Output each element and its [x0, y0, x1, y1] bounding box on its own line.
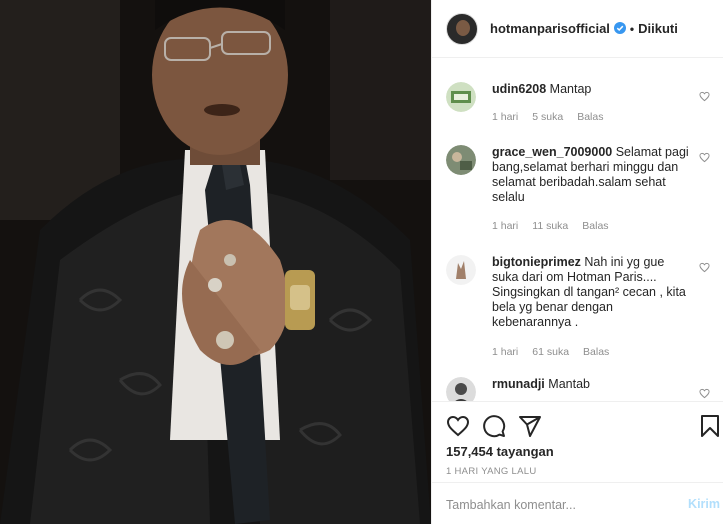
comment-meta: 1 hari 11 suka Balas	[492, 220, 623, 232]
small-heart-icon[interactable]	[699, 152, 710, 163]
commenter-username[interactable]: bigtonieprimez	[492, 255, 581, 269]
post-timestamp[interactable]: 1 HARI YANG LALU	[446, 466, 537, 477]
reply-button[interactable]: Balas	[577, 111, 603, 123]
comment-text-block: grace_wen_7009000 Selamat pagi bang,sela…	[492, 145, 690, 205]
comments-list[interactable]: udin6208 Mantap 1 hari 5 suka Balas grace_…	[432, 59, 723, 401]
commenter-username[interactable]: udin6208	[492, 82, 546, 96]
commenter-username[interactable]: rmunadji	[492, 377, 545, 391]
comment-body: Mantap	[549, 82, 592, 96]
commenter-avatar[interactable]	[446, 255, 476, 285]
comment-icon[interactable]	[482, 414, 506, 438]
comment-item: bigtonieprimez Nah ini yg gue suka dari …	[446, 255, 710, 365]
reply-button[interactable]: Balas	[583, 346, 609, 358]
comment-likes[interactable]: 61 suka	[532, 346, 569, 358]
post-video[interactable]	[0, 0, 431, 524]
follow-status-button[interactable]: Diikuti	[638, 21, 678, 36]
view-count[interactable]: 157,454 tayangan	[446, 444, 554, 459]
small-heart-icon[interactable]	[699, 388, 710, 399]
comment-item: grace_wen_7009000 Selamat pagi bang,sela…	[446, 145, 710, 235]
reply-button[interactable]: Balas	[582, 220, 608, 232]
post-header: hotmanparisofficial • Diikuti	[432, 0, 723, 58]
share-icon[interactable]	[518, 414, 542, 438]
commenter-avatar[interactable]	[446, 145, 476, 175]
comment-meta: 1 hari 5 suka Balas	[492, 111, 617, 123]
verified-badge-icon	[613, 22, 626, 34]
comment-body: Mantab	[548, 377, 590, 391]
commenter-username[interactable]: grace_wen_7009000	[492, 145, 612, 159]
add-comment-form: Kirim	[432, 482, 723, 524]
comment-meta: 1 hari 61 suka Balas	[492, 346, 623, 358]
author-avatar[interactable]	[446, 12, 478, 45]
heart-icon[interactable]	[446, 414, 470, 438]
header-separator: •	[629, 21, 635, 36]
small-heart-icon[interactable]	[699, 262, 710, 273]
comment-text-block: rmunadji Mantab	[492, 377, 690, 392]
comment-time[interactable]: 1 hari	[492, 346, 518, 358]
comment-time[interactable]: 1 hari	[492, 220, 518, 232]
comment-input[interactable]	[446, 494, 666, 516]
video-frame	[0, 0, 431, 524]
bookmark-icon[interactable]	[698, 414, 722, 438]
post-actions: 157,454 tayangan 1 HARI YANG LALU Kirim	[432, 401, 723, 524]
comment-item: rmunadji Mantab	[446, 377, 710, 401]
send-comment-button[interactable]: Kirim	[688, 497, 720, 511]
post-side-panel: hotmanparisofficial • Diikuti udin6208 M…	[431, 0, 723, 524]
commenter-avatar[interactable]	[446, 82, 476, 112]
comment-text-block: udin6208 Mantap	[492, 82, 690, 97]
comment-text-block: bigtonieprimez Nah ini yg gue suka dari …	[492, 255, 690, 330]
commenter-avatar[interactable]	[446, 377, 476, 401]
comment-item: udin6208 Mantap 1 hari 5 suka Balas	[446, 82, 710, 142]
comment-likes[interactable]: 11 suka	[532, 220, 568, 232]
small-heart-icon[interactable]	[699, 91, 710, 102]
comment-likes[interactable]: 5 suka	[532, 111, 563, 123]
comment-time[interactable]: 1 hari	[492, 111, 518, 123]
author-username-text[interactable]: hotmanparisofficial	[490, 21, 610, 36]
author-username[interactable]: hotmanparisofficial	[490, 21, 626, 36]
